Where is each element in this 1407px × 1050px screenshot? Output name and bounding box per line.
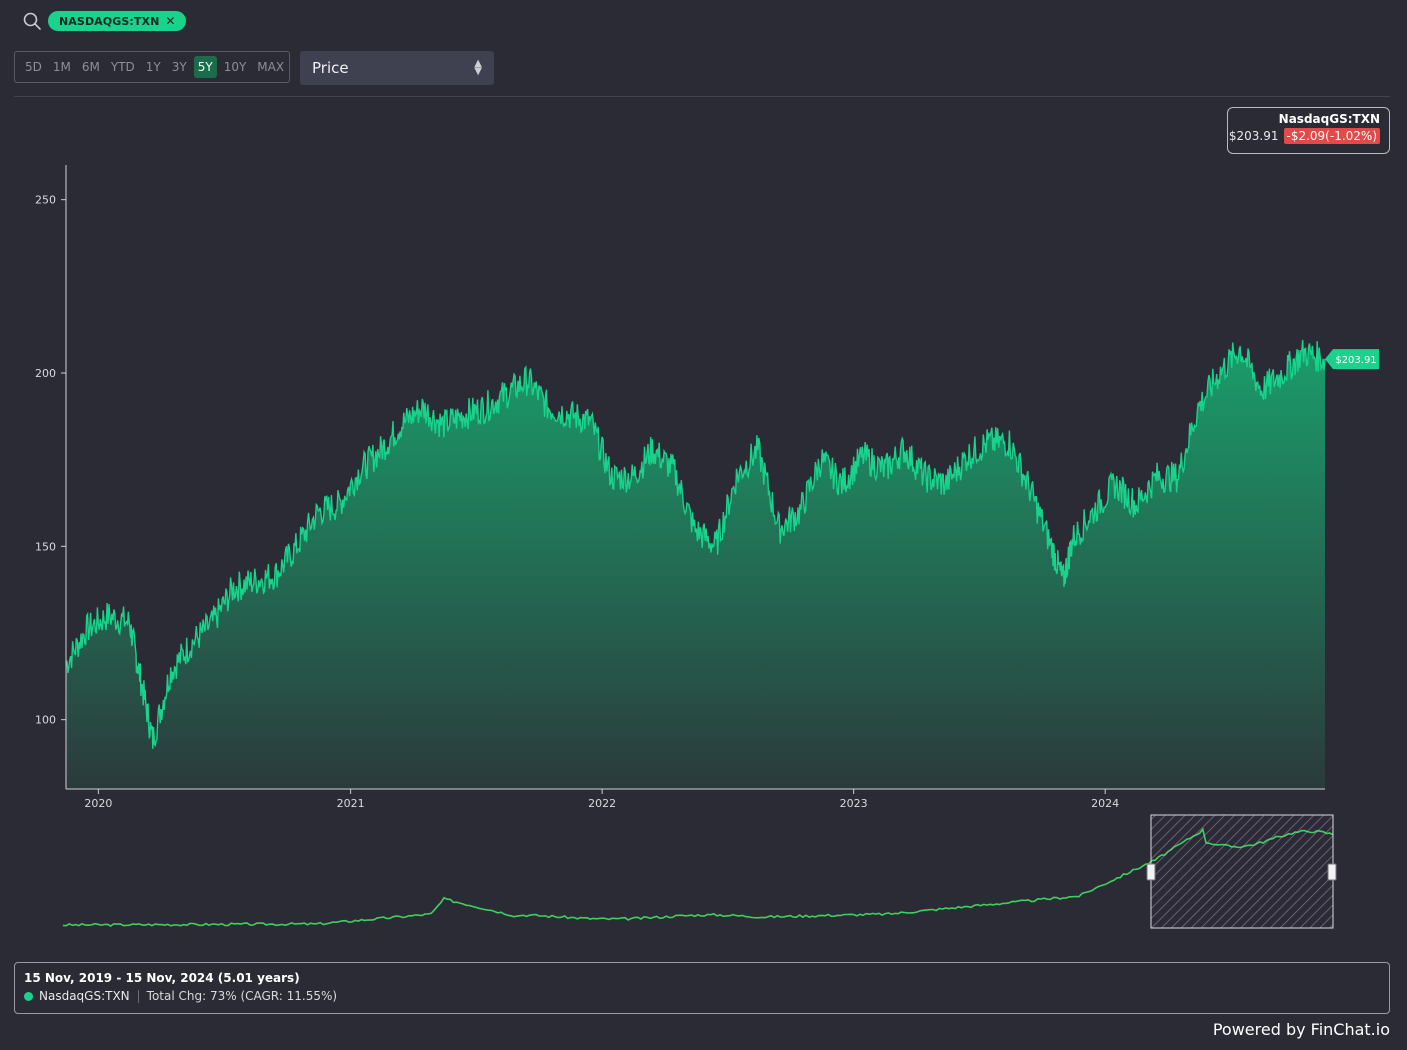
y-tick-label: 100 <box>35 714 56 727</box>
y-tick-label: 200 <box>35 367 56 380</box>
x-tick-label: 2024 <box>1091 797 1119 810</box>
x-tick-label: 2023 <box>840 797 868 810</box>
navigator-handle-left[interactable] <box>1146 863 1156 881</box>
last-price-label: $203.91 <box>1335 355 1376 366</box>
x-tick-label: 2020 <box>84 797 112 810</box>
powered-by-text: Powered by FinChat.io <box>1212 1020 1390 1039</box>
navigator-handle-right[interactable] <box>1327 863 1337 881</box>
legend-separator <box>137 989 139 1003</box>
legend-series-name: NasdaqGS:TXN <box>39 989 130 1003</box>
x-tick-label: 2022 <box>588 797 616 810</box>
price-chart[interactable]: 100 150 200 250 2020 2021 2022 2023 2024 $203.91 <box>0 0 1407 1050</box>
navigator-line <box>62 827 1334 927</box>
total-change-text: Total Chg: 73% (CAGR: 11.55%) <box>146 989 338 1003</box>
series-legend[interactable]: NasdaqGS:TXN Total Chg: 73% (CAGR: 11.55… <box>24 989 1380 1003</box>
navigator-window <box>1150 814 1334 929</box>
y-tick-label: 150 <box>35 540 56 553</box>
y-tick-label: 250 <box>35 194 56 207</box>
x-tick-label: 2021 <box>337 797 365 810</box>
summary-footer: 15 Nov, 2019 - 15 Nov, 2024 (5.01 years)… <box>14 962 1390 1014</box>
period-text: 15 Nov, 2019 - 15 Nov, 2024 (5.01 years) <box>24 971 300 985</box>
area-fill <box>66 339 1325 789</box>
legend-dot-icon <box>24 991 33 1001</box>
